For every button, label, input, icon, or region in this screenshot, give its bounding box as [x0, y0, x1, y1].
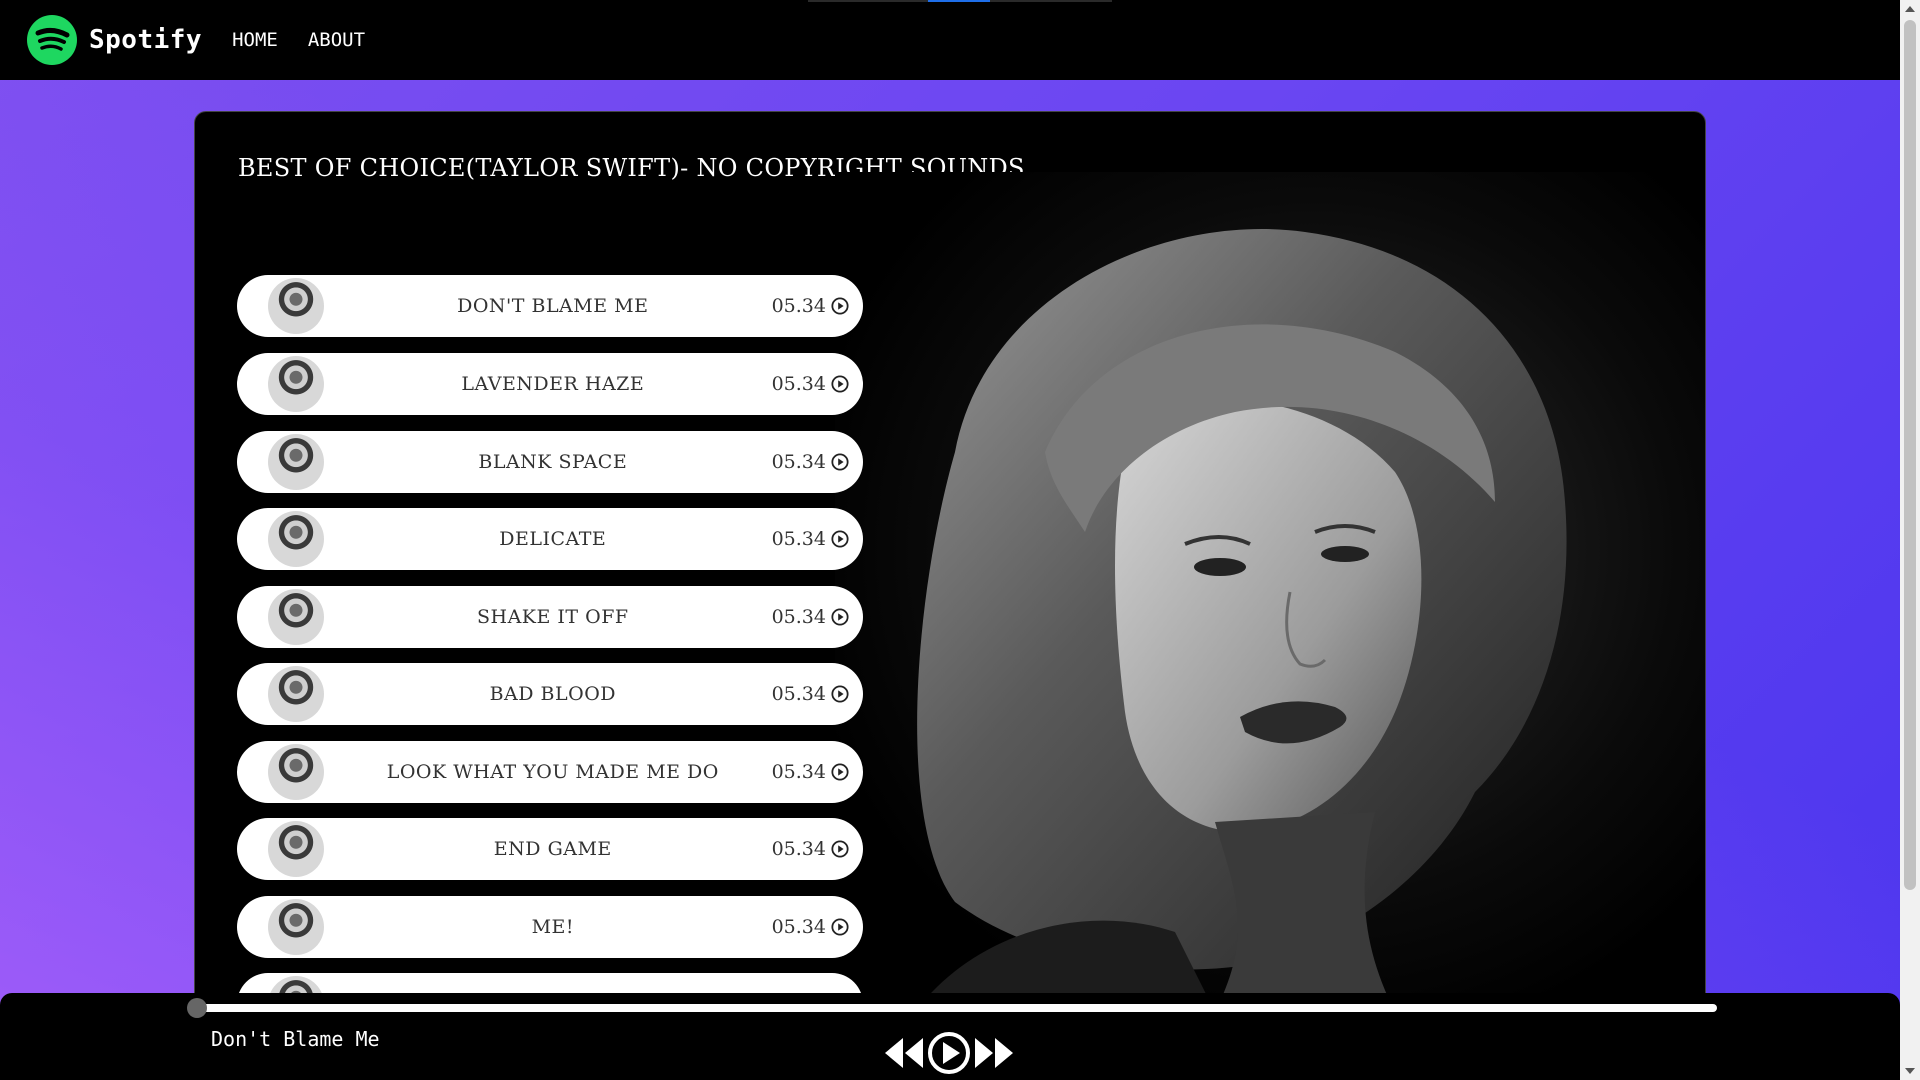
song-item[interactable]: BAD BLOOD 05.34	[237, 663, 863, 725]
song-title: ME!	[531, 916, 575, 938]
song-duration: 05.34	[771, 916, 826, 938]
song-thumbnail	[268, 589, 324, 645]
player-bar: Don't Blame Me	[0, 993, 1900, 1080]
song-item[interactable]: DELICATE 05.34	[237, 508, 863, 570]
nav-link-about[interactable]: ABOUT	[308, 29, 365, 51]
song-item[interactable]: DON'T BLAME ME 05.34	[237, 275, 863, 337]
song-duration: 05.34	[771, 606, 826, 628]
nav-link-home[interactable]: HOME	[232, 29, 278, 51]
play-circle-icon[interactable]	[831, 608, 849, 626]
page-scrollbar[interactable]	[1900, 0, 1920, 1080]
playback-controls	[883, 1031, 1015, 1075]
song-duration: 05.34	[771, 295, 826, 317]
progress-bar[interactable]	[187, 998, 1717, 1018]
playlist-card: BEST OF CHOICE(TAYLOR SWIFT)- NO COPYRIG…	[194, 111, 1706, 1013]
scroll-down-arrow-icon[interactable]	[1905, 1068, 1915, 1074]
song-duration: 05.34	[771, 451, 826, 473]
play-circle-icon[interactable]	[831, 685, 849, 703]
song-duration: 05.34	[771, 761, 826, 783]
song-thumbnail	[268, 356, 324, 412]
loading-indicator	[808, 0, 1112, 2]
fast-forward-icon[interactable]	[973, 1036, 1015, 1070]
song-list[interactable]: DON'T BLAME ME 05.34 LAVENDER HAZE 05.34…	[237, 275, 863, 1012]
play-circle-icon[interactable]	[831, 453, 849, 471]
song-item[interactable]: ME! 05.34	[237, 896, 863, 958]
navbar: Spotify HOME ABOUT	[0, 0, 1900, 80]
now-playing-title: Don't Blame Me	[211, 1027, 380, 1051]
song-title: DON'T BLAME ME	[457, 295, 649, 317]
song-item[interactable]: LOOK WHAT YOU MADE ME DO 05.34	[237, 741, 863, 803]
song-duration: 05.34	[771, 528, 826, 550]
play-circle-icon[interactable]	[831, 297, 849, 315]
song-duration: 05.34	[771, 683, 826, 705]
play-circle-icon[interactable]	[831, 530, 849, 548]
artist-portrait-image	[835, 172, 1705, 1012]
song-thumbnail	[268, 511, 324, 567]
song-thumbnail	[268, 278, 324, 334]
rewind-icon[interactable]	[883, 1036, 925, 1070]
play-circle-icon[interactable]	[831, 375, 849, 393]
song-duration: 05.34	[771, 838, 826, 860]
play-circle-icon[interactable]	[831, 840, 849, 858]
brand[interactable]: Spotify	[27, 15, 202, 65]
scroll-thumb[interactable]	[1904, 20, 1916, 890]
song-title: BAD BLOOD	[489, 683, 617, 705]
song-title: BLANK SPACE	[478, 451, 628, 473]
song-item[interactable]: SHAKE IT OFF 05.34	[237, 586, 863, 648]
song-item[interactable]: LAVENDER HAZE 05.34	[237, 353, 863, 415]
song-thumbnail	[268, 899, 324, 955]
scroll-up-arrow-icon[interactable]	[1905, 6, 1915, 12]
play-circle-icon[interactable]	[927, 1031, 971, 1075]
play-circle-icon[interactable]	[831, 763, 849, 781]
song-item[interactable]: END GAME 05.34	[237, 818, 863, 880]
brand-name: Spotify	[89, 25, 203, 55]
song-thumbnail	[268, 744, 324, 800]
song-duration: 05.34	[771, 373, 826, 395]
progress-knob[interactable]	[187, 998, 207, 1018]
song-title: DELICATE	[499, 528, 607, 550]
song-thumbnail	[268, 434, 324, 490]
song-thumbnail	[268, 666, 324, 722]
song-title: LOOK WHAT YOU MADE ME DO	[386, 761, 719, 783]
song-title: LAVENDER HAZE	[461, 373, 645, 395]
song-thumbnail	[268, 821, 324, 877]
song-title: END GAME	[493, 838, 612, 860]
play-circle-icon[interactable]	[831, 918, 849, 936]
song-title: SHAKE IT OFF	[477, 606, 629, 628]
spotify-logo-icon	[27, 15, 77, 65]
song-item[interactable]: BLANK SPACE 05.34	[237, 431, 863, 493]
